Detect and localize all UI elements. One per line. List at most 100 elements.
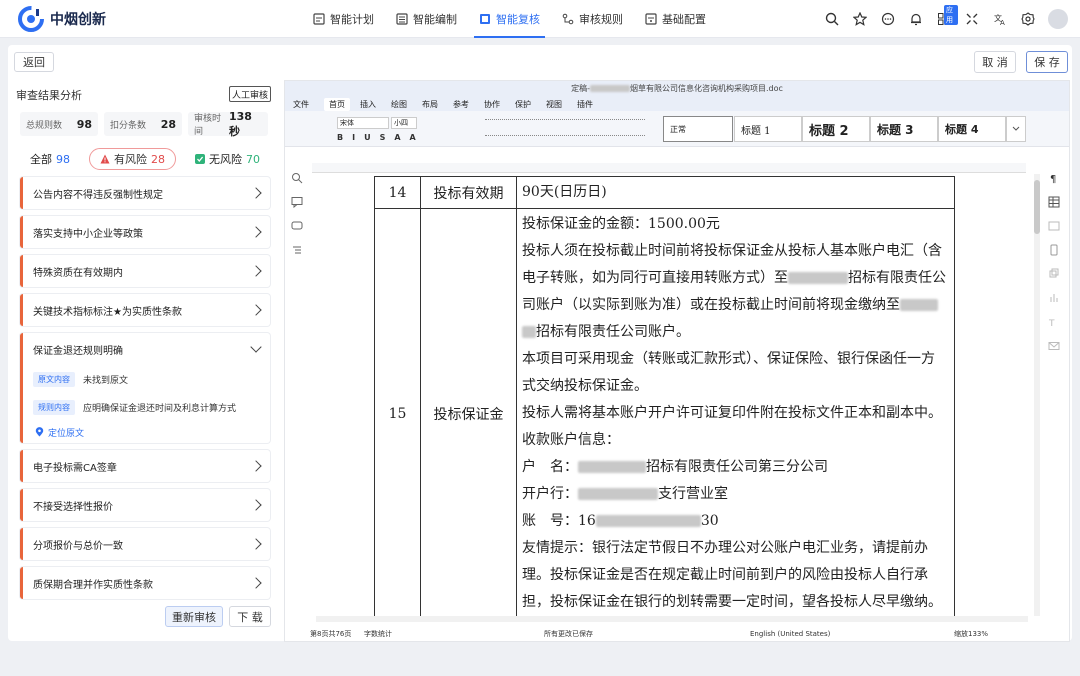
list-item[interactable]: 电子投标需CA签章	[20, 450, 270, 482]
font-size-value: 小四	[394, 119, 408, 127]
list-item[interactable]: 特殊资质在有效期内	[20, 255, 270, 287]
menu-file[interactable]: 文件	[293, 99, 309, 110]
svg-text:¶: ¶	[1050, 174, 1056, 184]
header-footer-icon[interactable]	[1048, 244, 1060, 256]
search-icon[interactable]	[291, 172, 303, 184]
favorite-button[interactable]	[846, 0, 874, 38]
paragraph-icon[interactable]: ¶	[1049, 172, 1059, 184]
stat-total-label: 总规则数	[26, 120, 63, 131]
expanded-item: 保证金退还规则明确 原文内容 未找到原文 规则内容 应明确保证金退还时间及利息计算方…	[20, 333, 270, 443]
menu-protect[interactable]: 保护	[515, 99, 531, 110]
menu-layout[interactable]: 布局	[422, 99, 438, 110]
chevron-right-icon	[250, 460, 262, 472]
redacted-text	[578, 488, 658, 500]
row15-line5b: 招标有限责任公司账户。	[536, 324, 690, 340]
image-icon[interactable]	[1048, 220, 1060, 232]
style-heading-4[interactable]: 标题 4	[938, 116, 1006, 142]
style-heading-3[interactable]: 标题 3	[870, 116, 938, 142]
format-buttons[interactable]: BIUSAA	[337, 133, 425, 142]
ruler[interactable]	[312, 163, 1026, 173]
back-button[interactable]: 返回	[14, 52, 54, 72]
nav-plan[interactable]: 智能计划	[302, 0, 385, 38]
chevron-right-icon	[250, 226, 262, 238]
nav-compile-label: 智能编制	[413, 13, 457, 26]
fullscreen-button[interactable]	[958, 0, 986, 38]
nav-config[interactable]: 基础配置	[634, 0, 717, 38]
bell-icon	[911, 13, 921, 26]
stat-deduct-label: 扣分条数	[110, 120, 147, 131]
editor-right-tools: ¶ T	[1046, 170, 1062, 364]
list-item-label: 落实支持中小企业等政策	[33, 228, 143, 240]
cancel-button[interactable]: 取 消	[974, 51, 1016, 73]
save-button[interactable]: 保 存	[1026, 51, 1068, 73]
list-item[interactable]: 不接受选择性报价	[20, 489, 270, 521]
list-tools[interactable]	[485, 119, 645, 122]
list-item[interactable]: 分项报价与总价一致	[20, 528, 270, 560]
row15-line12b: 30	[700, 513, 719, 529]
chevron-right-icon	[250, 538, 262, 550]
menu-insert[interactable]: 插入	[360, 99, 376, 110]
vertical-scrollbar[interactable]	[1034, 174, 1040, 616]
app-logo[interactable]: 中烟创新	[18, 5, 268, 32]
shape-icon[interactable]	[1048, 268, 1060, 280]
nav-compile[interactable]: 智能编制	[385, 0, 468, 38]
expanded-item-header[interactable]: 保证金退还规则明确	[23, 333, 270, 365]
row15-line3a: 电子转账，如为同行可直接用转账方式）至	[522, 270, 788, 286]
filter-all[interactable]: 全部 98	[20, 148, 80, 170]
chart-icon[interactable]	[1048, 292, 1060, 304]
editor-menu: 文件 首页 插入 绘图 布局 参考 协作 保护 视图 插件	[285, 97, 1069, 111]
manual-review-button[interactable]: 人工审核	[229, 86, 271, 102]
avatar[interactable]	[1048, 9, 1068, 29]
outline-icon[interactable]	[291, 244, 303, 256]
apps-button[interactable]: 应用	[930, 0, 958, 38]
filter-norisk[interactable]: 无风险 70	[185, 148, 270, 170]
nav-rules[interactable]: 审核规则	[551, 0, 634, 38]
search-button[interactable]	[818, 0, 846, 38]
save-status: 所有更改已保存	[544, 629, 593, 638]
filter-risk[interactable]: 有风险 28	[89, 148, 176, 170]
filter-risk-label: 有风险	[114, 153, 147, 166]
style-heading-1[interactable]: 标题 1	[734, 116, 802, 142]
table-icon[interactable]	[1048, 196, 1060, 208]
align-tools[interactable]	[485, 135, 645, 138]
chat-icon[interactable]	[291, 220, 303, 232]
translate-button[interactable]: 文A	[986, 0, 1014, 38]
list-item[interactable]: 公告内容不得违反强制性规定	[20, 177, 270, 209]
menu-plugins[interactable]: 插件	[577, 99, 593, 110]
nav-review[interactable]: 智能复核	[468, 0, 551, 38]
zoom-level[interactable]: 缩放133%	[954, 629, 988, 639]
language-select[interactable]: English (United States)	[750, 630, 954, 638]
settings-button[interactable]	[1014, 0, 1042, 38]
menu-collab[interactable]: 协作	[484, 99, 500, 110]
text-art-icon[interactable]: T	[1048, 316, 1060, 328]
word-count[interactable]: 字数统计	[364, 629, 544, 639]
download-button[interactable]: 下 载	[229, 606, 271, 627]
horizontal-scrollbar[interactable]	[316, 616, 1028, 622]
rereview-button[interactable]: 重新审核	[165, 606, 223, 627]
font-size-select[interactable]: 小四	[391, 117, 417, 129]
locate-original-link[interactable]: 定位原文	[23, 421, 270, 443]
menu-home[interactable]: 首页	[324, 97, 350, 111]
row15-line11a: 开户行：	[522, 486, 578, 502]
message-button[interactable]	[874, 0, 902, 38]
style-normal[interactable]: 正常	[663, 116, 733, 142]
mail-icon[interactable]	[1048, 340, 1060, 352]
list-item[interactable]: 落实支持中小企业等政策	[20, 216, 270, 248]
menu-references[interactable]: 参考	[453, 99, 469, 110]
document-page[interactable]: 14 投标有效期 90天(日历日) 15 投标保证金 投标保证金的金额：1500…	[316, 174, 1028, 618]
menu-draw[interactable]: 绘图	[391, 99, 407, 110]
menu-view[interactable]: 视图	[546, 99, 562, 110]
redacted-text	[900, 299, 938, 311]
location-pin-icon	[35, 427, 44, 437]
rule-row: 规则内容 应明确保证金退还时间及利息计算方式	[23, 393, 270, 421]
list-item[interactable]: 质保期合理并作实质性条款	[20, 567, 270, 599]
font-name-select[interactable]: 宋体	[337, 117, 389, 129]
comment-icon[interactable]	[291, 196, 303, 208]
list-item[interactable]: 关键技术指标标注★为实质性条款	[20, 294, 270, 326]
style-expand-button[interactable]	[1006, 116, 1026, 142]
notification-button[interactable]	[902, 0, 930, 38]
status-bar: 第8页共76页 字数统计 所有更改已保存 English (United Sta…	[284, 625, 1070, 642]
stat-time: 审核时间 138秒	[188, 110, 268, 138]
scrollbar-thumb[interactable]	[1034, 180, 1040, 234]
style-heading-2[interactable]: 标题 2	[802, 116, 870, 142]
